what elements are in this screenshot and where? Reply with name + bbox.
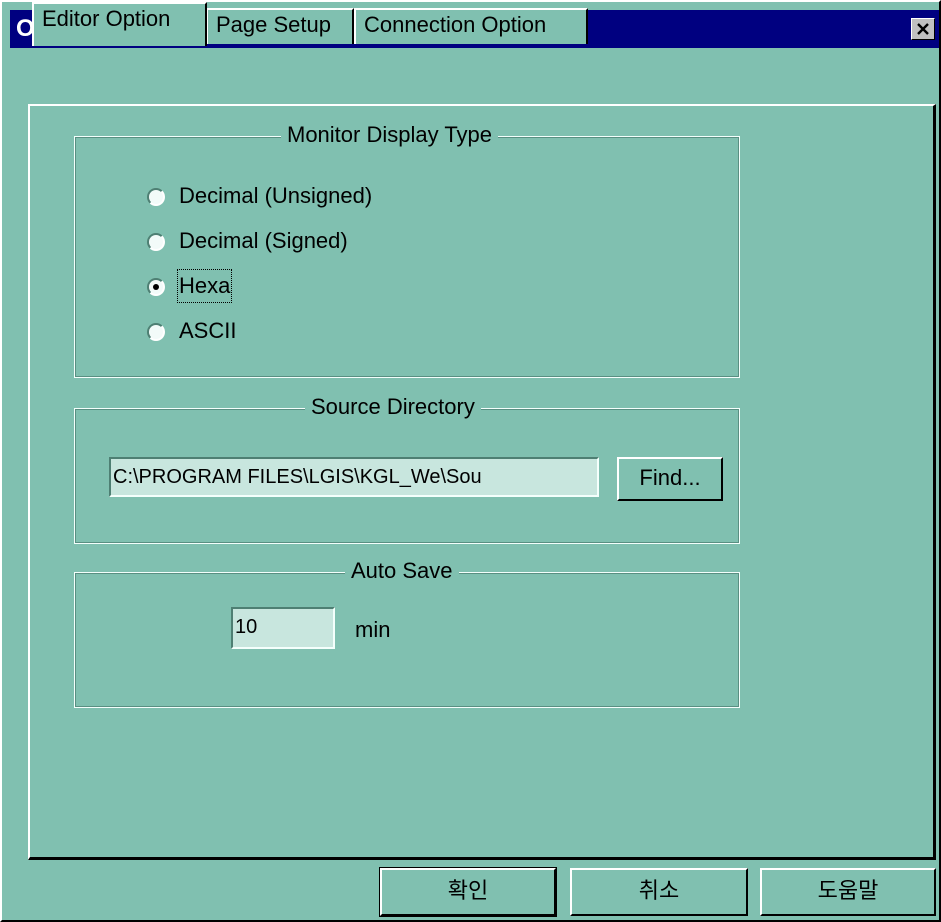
auto-save-unit: min bbox=[355, 617, 391, 642]
auto-save-group: Auto Save 10 min bbox=[74, 557, 740, 708]
tab-page-setup[interactable]: Page Setup bbox=[206, 8, 354, 44]
close-button[interactable] bbox=[911, 18, 935, 40]
radio-label: ASCII bbox=[179, 318, 237, 343]
close-icon bbox=[917, 23, 929, 35]
auto-save-minutes-field[interactable]: 10 bbox=[231, 607, 335, 649]
tab-editor-option[interactable]: Editor Option bbox=[32, 2, 207, 46]
radio-label: Decimal (Unsigned) bbox=[179, 183, 373, 208]
help-button[interactable]: 도움말 bbox=[760, 868, 936, 916]
radio-button[interactable] bbox=[147, 278, 165, 296]
monitor-display-group: Monitor Display Type Decimal (Unsigned) … bbox=[74, 121, 740, 378]
radio-label: Hexa bbox=[176, 269, 233, 303]
options-dialog: Options Editor Option Page Setup Connect… bbox=[0, 0, 941, 922]
radio-button[interactable] bbox=[147, 233, 165, 251]
radio-button[interactable] bbox=[147, 188, 165, 206]
group-label: Monitor Display Type bbox=[281, 121, 499, 149]
cancel-button[interactable]: 취소 bbox=[570, 868, 748, 916]
source-directory-field[interactable]: C:\PROGRAM FILES\LGIS\KGL_We\Sou bbox=[109, 457, 599, 497]
radio-button[interactable] bbox=[147, 323, 165, 341]
tab-panel-editor-option: Monitor Display Type Decimal (Unsigned) … bbox=[28, 104, 936, 860]
ok-button[interactable]: 확인 bbox=[379, 867, 557, 917]
group-label: Source Directory bbox=[305, 393, 481, 421]
source-directory-group: Source Directory C:\PROGRAM FILES\LGIS\K… bbox=[74, 393, 740, 544]
radio-selected-dot bbox=[153, 284, 159, 290]
radio-label: Decimal (Signed) bbox=[179, 228, 348, 253]
tab-label: Page Setup bbox=[216, 12, 331, 37]
find-button[interactable]: Find... bbox=[617, 457, 723, 501]
tab-label: Connection Option bbox=[364, 12, 547, 37]
tab-connection-option[interactable]: Connection Option bbox=[354, 8, 588, 44]
group-label: Auto Save bbox=[345, 557, 459, 585]
tab-label: Editor Option bbox=[42, 6, 171, 31]
